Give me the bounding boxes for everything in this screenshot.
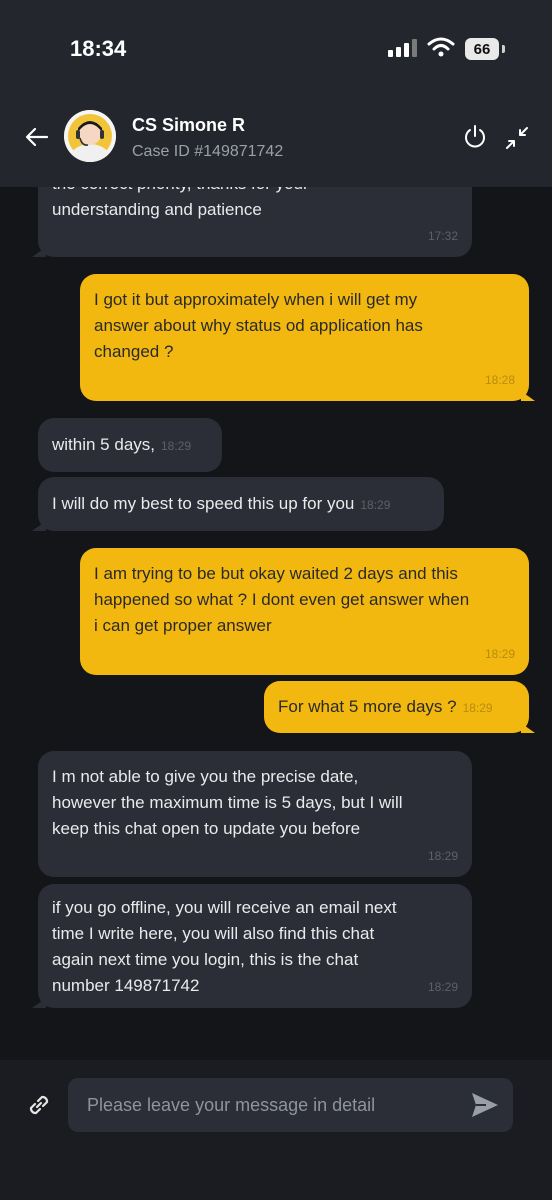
message-user: For what 5 more days ? 18:29	[264, 681, 535, 733]
message-text: the correct priority, thanks for your un…	[52, 187, 309, 219]
message-agent: the correct priority, thanks for your un…	[32, 187, 472, 257]
agent-avatar	[64, 110, 116, 162]
message-time: 18:29	[427, 849, 458, 863]
message-agent: I m not able to give you the precise dat…	[38, 751, 472, 877]
minimize-icon[interactable]	[503, 124, 531, 152]
message-time: 18:29	[427, 980, 458, 994]
message-text: within 5 days,	[52, 435, 155, 454]
case-id: Case ID #149871742	[132, 143, 284, 160]
power-icon[interactable]	[462, 124, 488, 150]
message-user: I am trying to be but okay waited 2 days…	[80, 548, 529, 675]
message-text: I m not able to give you the precise dat…	[52, 767, 403, 838]
battery-tip	[502, 45, 505, 53]
message-time: 18:29	[161, 439, 192, 453]
send-icon[interactable]	[470, 1091, 500, 1119]
battery-indicator: 66	[465, 38, 499, 60]
message-agent: if you go offline, you will receive an e…	[32, 884, 472, 1008]
message-time: 18:29	[360, 498, 391, 512]
message-text: I will do my best to speed this up for y…	[52, 494, 355, 513]
message-text: I am trying to be but okay waited 2 days…	[94, 564, 470, 635]
message-user: I got it but approximately when i will g…	[80, 274, 535, 401]
chat-area[interactable]: the correct priority, thanks for your un…	[0, 187, 552, 1060]
message-agent: I will do my best to speed this up for y…	[32, 477, 444, 531]
message-time: 18:29	[484, 647, 515, 661]
message-text: For what 5 more days ?	[278, 697, 457, 716]
message-time: 18:28	[484, 373, 515, 387]
message-input[interactable]	[68, 1078, 513, 1132]
message-time: 18:29	[462, 701, 493, 715]
message-time: 17:32	[427, 229, 458, 243]
message-agent: within 5 days, 18:29	[38, 418, 222, 472]
link-icon[interactable]	[24, 1090, 54, 1120]
support-agent-icon	[64, 110, 116, 162]
status-time: 18:34	[70, 36, 127, 61]
wifi-icon	[427, 37, 455, 57]
back-arrow-icon[interactable]	[22, 122, 52, 152]
cellular-signal-icon	[388, 39, 417, 57]
agent-name: CS Simone R	[132, 115, 246, 135]
message-text: I got it but approximately when i will g…	[94, 290, 423, 361]
message-text: if you go offline, you will receive an e…	[52, 898, 397, 995]
